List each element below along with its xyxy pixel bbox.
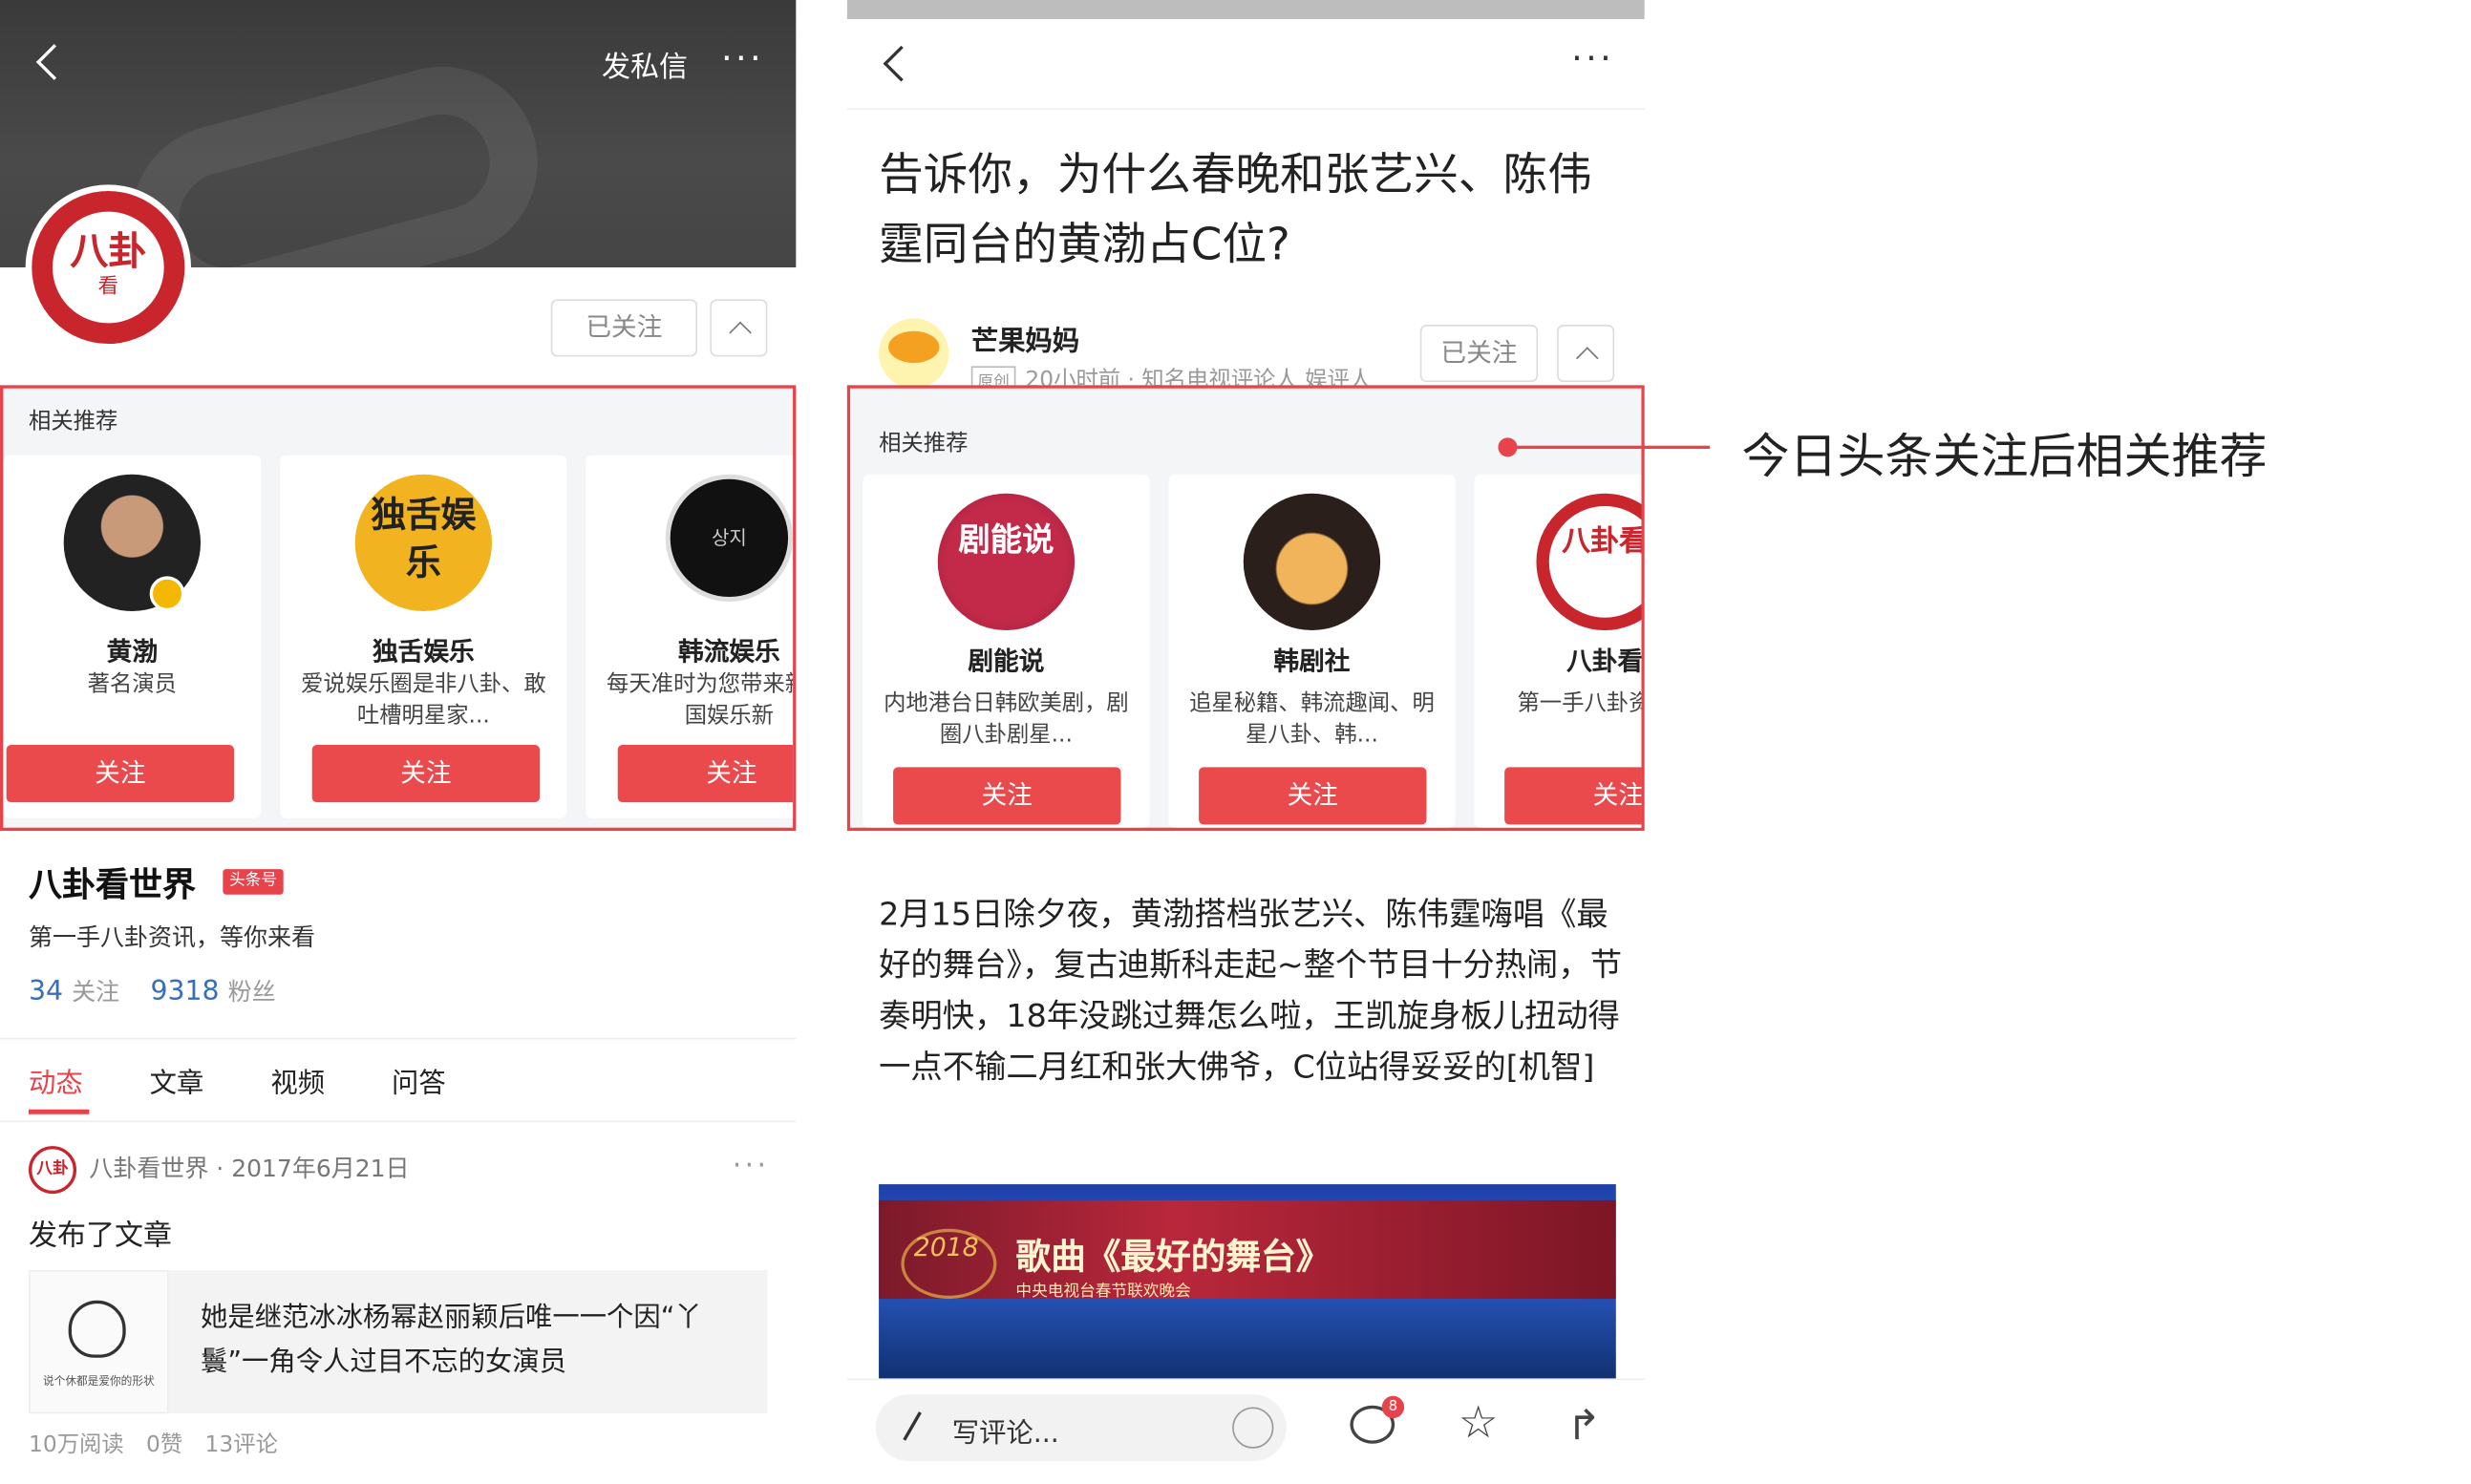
- card-name: 八卦看世: [1566, 646, 1644, 677]
- related-recommendations-panel: 相关推荐 剧能说 剧能说 内地港台日韩欧美剧，剧圈八卦剧星... 关注 韩剧社 …: [846, 385, 1645, 832]
- more-icon[interactable]: ···: [721, 42, 764, 77]
- video-title-band: 2018 歌曲《最好的舞台》 中央电视台春节联欢晚会: [879, 1199, 1616, 1301]
- card-avatar: 独舌娱乐: [354, 474, 493, 612]
- recommend-card[interactable]: 独舌娱乐 独舌娱乐 爱说娱乐圈是非八卦、敢吐槽明星家... 关注: [280, 455, 567, 818]
- annotation-label: 今日头条关注后相关推荐: [1741, 430, 2268, 486]
- more-icon[interactable]: ···: [1571, 42, 1614, 77]
- tab-articles[interactable]: 文章: [150, 1060, 204, 1099]
- profile-name: 八卦看世界: [29, 865, 197, 904]
- video-title: 歌曲《最好的舞台》: [1015, 1238, 1331, 1279]
- thumbnail-caption: 说个休都是爱你的形状: [43, 1375, 155, 1389]
- card-name: 独舌娱乐: [373, 636, 475, 668]
- recommendations-title: 相关推荐: [879, 431, 969, 457]
- post-action: 发布了文章: [29, 1219, 173, 1253]
- tab-qa[interactable]: 问答: [392, 1060, 446, 1099]
- collapse-chevron-up-icon[interactable]: [710, 299, 768, 357]
- cartoon-face-icon: [68, 1300, 126, 1358]
- fans-label: 粉丝: [227, 977, 276, 1007]
- article-card[interactable]: 说个休都是爱你的形状 她是继范冰冰杨幂赵丽颖后唯一一个因“丫鬟”一角令人过目不忘…: [29, 1270, 768, 1414]
- mango-icon: [888, 330, 940, 364]
- comment-count-badge: 8: [1381, 1395, 1405, 1419]
- tab-videos[interactable]: 视频: [270, 1060, 325, 1099]
- gala-year: 2018: [913, 1232, 979, 1262]
- follow-button[interactable]: 关注: [6, 745, 235, 803]
- back-arrow-icon[interactable]: [882, 45, 913, 83]
- comment-placeholder: 写评论...: [951, 1418, 1059, 1451]
- recommendations-title: 相关推荐: [29, 409, 118, 435]
- comparison-canvas: 发私信 ··· 八卦 看 已关注 相关推荐 黄渤 著名演员 关注 独舌娱乐 独舌…: [0, 0, 2471, 1484]
- recommend-card[interactable]: 剧能说 剧能说 内地港台日韩欧美剧，剧圈八卦剧星... 关注: [863, 474, 1150, 828]
- card-avatar: 剧能说: [937, 493, 1076, 631]
- recommend-card[interactable]: 상지 韩流娱乐 每天准时为您带来新的韩国娱乐新 关注: [586, 455, 794, 818]
- comment-input[interactable]: 写评论...: [875, 1394, 1287, 1462]
- recommend-card[interactable]: 黄渤 著名演员 关注: [3, 455, 262, 818]
- recommend-card[interactable]: 韩剧社 追星秘籍、韩流趣闻、明星八卦、韩... 关注: [1168, 474, 1456, 828]
- tab-activity[interactable]: 动态: [29, 1060, 83, 1099]
- author-avatar[interactable]: [879, 318, 949, 389]
- active-tab-indicator: [29, 1109, 90, 1114]
- divider: [846, 108, 1645, 111]
- share-icon[interactable]: ↱: [1566, 1402, 1601, 1450]
- bottom-action-bar: 写评论... 8 ☆ ↱: [846, 1378, 1645, 1474]
- profile-screen: 发私信 ··· 八卦 看 已关注 相关推荐 黄渤 著名演员 关注 独舌娱乐 独舌…: [0, 0, 797, 1484]
- article-stats: 10万阅读 0赞 13评论: [29, 1432, 278, 1458]
- pen-icon: [903, 1411, 922, 1441]
- follow-button[interactable]: 关注: [893, 767, 1121, 825]
- card-name: 韩剧社: [1273, 646, 1351, 677]
- fans-count[interactable]: 9318: [150, 976, 219, 1007]
- card-name: 黄渤: [106, 636, 159, 668]
- follow-button[interactable]: 关注: [311, 745, 541, 803]
- card-desc: 爱说娱乐圈是非八卦、敢吐槽明星家...: [301, 671, 546, 730]
- card-desc: 每天准时为您带来新的韩国娱乐新: [607, 671, 793, 730]
- card-desc: 内地港台日韩欧美剧，剧圈八卦剧星...: [884, 690, 1129, 749]
- article-body: 2月15日除夕夜，黄渤搭档张艺兴、陈伟霆嗨唱《最好的舞台》，复古迪斯科走起~整个…: [879, 894, 1623, 1086]
- avatar-text-main: 八卦: [70, 229, 147, 274]
- status-bar: [846, 0, 1645, 20]
- divider: [0, 1120, 797, 1123]
- article-screen: ··· 告诉你，为什么春晚和张艺兴、陈伟霆同台的黄渤占C位? 芒果妈妈 原创 20…: [846, 0, 1645, 1484]
- divider: [0, 1037, 797, 1040]
- followed-button[interactable]: 已关注: [550, 299, 698, 357]
- annotation-line: [1512, 445, 1711, 450]
- send-message-button[interactable]: 发私信: [602, 45, 688, 86]
- following-label: 关注: [72, 977, 120, 1007]
- back-arrow-icon[interactable]: [35, 45, 57, 80]
- card-name: 剧能说: [968, 646, 1045, 677]
- article-title: 她是继范冰冰杨幂赵丽颖后唯一一个因“丫鬟”一角令人过目不忘的女演员: [201, 1302, 702, 1379]
- follow-button[interactable]: 关注: [1199, 767, 1427, 825]
- followed-button[interactable]: 已关注: [1419, 325, 1539, 383]
- author-name[interactable]: 芒果妈妈: [971, 318, 1079, 358]
- card-desc: 追星秘籍、韩流趣闻、明星八卦、韩...: [1189, 690, 1435, 749]
- article-headline: 告诉你，为什么春晚和张艺兴、陈伟霆同台的黄渤占C位?: [879, 148, 1592, 271]
- following-count[interactable]: 34: [29, 976, 63, 1007]
- card-avatar: 八卦看: [1536, 493, 1642, 631]
- card-desc: 第一手八卦资你来看: [1517, 690, 1641, 717]
- toutiao-badge: 头条号: [223, 869, 284, 895]
- avatar-text-sub: 看: [97, 275, 119, 300]
- post-more-icon[interactable]: ···: [733, 1149, 770, 1182]
- profile-stats: 34 关注 9318 粉丝: [29, 974, 298, 1007]
- profile-avatar: 八卦 看: [25, 184, 192, 350]
- profile-bio: 第一手八卦资讯，等你来看: [29, 922, 316, 952]
- card-avatar: [1243, 493, 1381, 631]
- verified-icon: [149, 576, 185, 612]
- card-avatar: 상지: [665, 474, 794, 603]
- post-meta: 八卦看世界 · 2017年6月21日: [89, 1154, 410, 1183]
- post-author-avatar[interactable]: 八卦: [29, 1146, 77, 1195]
- favorite-star-icon[interactable]: ☆: [1459, 1398, 1499, 1447]
- video-thumbnail[interactable]: 2018 歌曲《最好的舞台》 中央电视台春节联欢晚会: [879, 1184, 1616, 1381]
- related-recommendations-panel: 相关推荐 黄渤 著名演员 关注 独舌娱乐 独舌娱乐 爱说娱乐圈是非八卦、敢吐槽明…: [0, 385, 797, 832]
- article-thumbnail: 说个休都是爱你的形状: [29, 1270, 169, 1414]
- recommend-card[interactable]: 八卦看 八卦看世 第一手八卦资你来看 关注: [1474, 474, 1644, 828]
- follow-button[interactable]: 关注: [617, 745, 794, 803]
- video-subtitle: 中央电视台春节联欢晚会: [1015, 1283, 1191, 1301]
- card-name: 韩流娱乐: [678, 636, 780, 668]
- follow-button[interactable]: 关注: [1504, 767, 1642, 825]
- card-desc: 著名演员: [87, 671, 178, 698]
- emoji-icon[interactable]: [1232, 1407, 1274, 1449]
- collapse-chevron-up-icon[interactable]: [1557, 325, 1615, 383]
